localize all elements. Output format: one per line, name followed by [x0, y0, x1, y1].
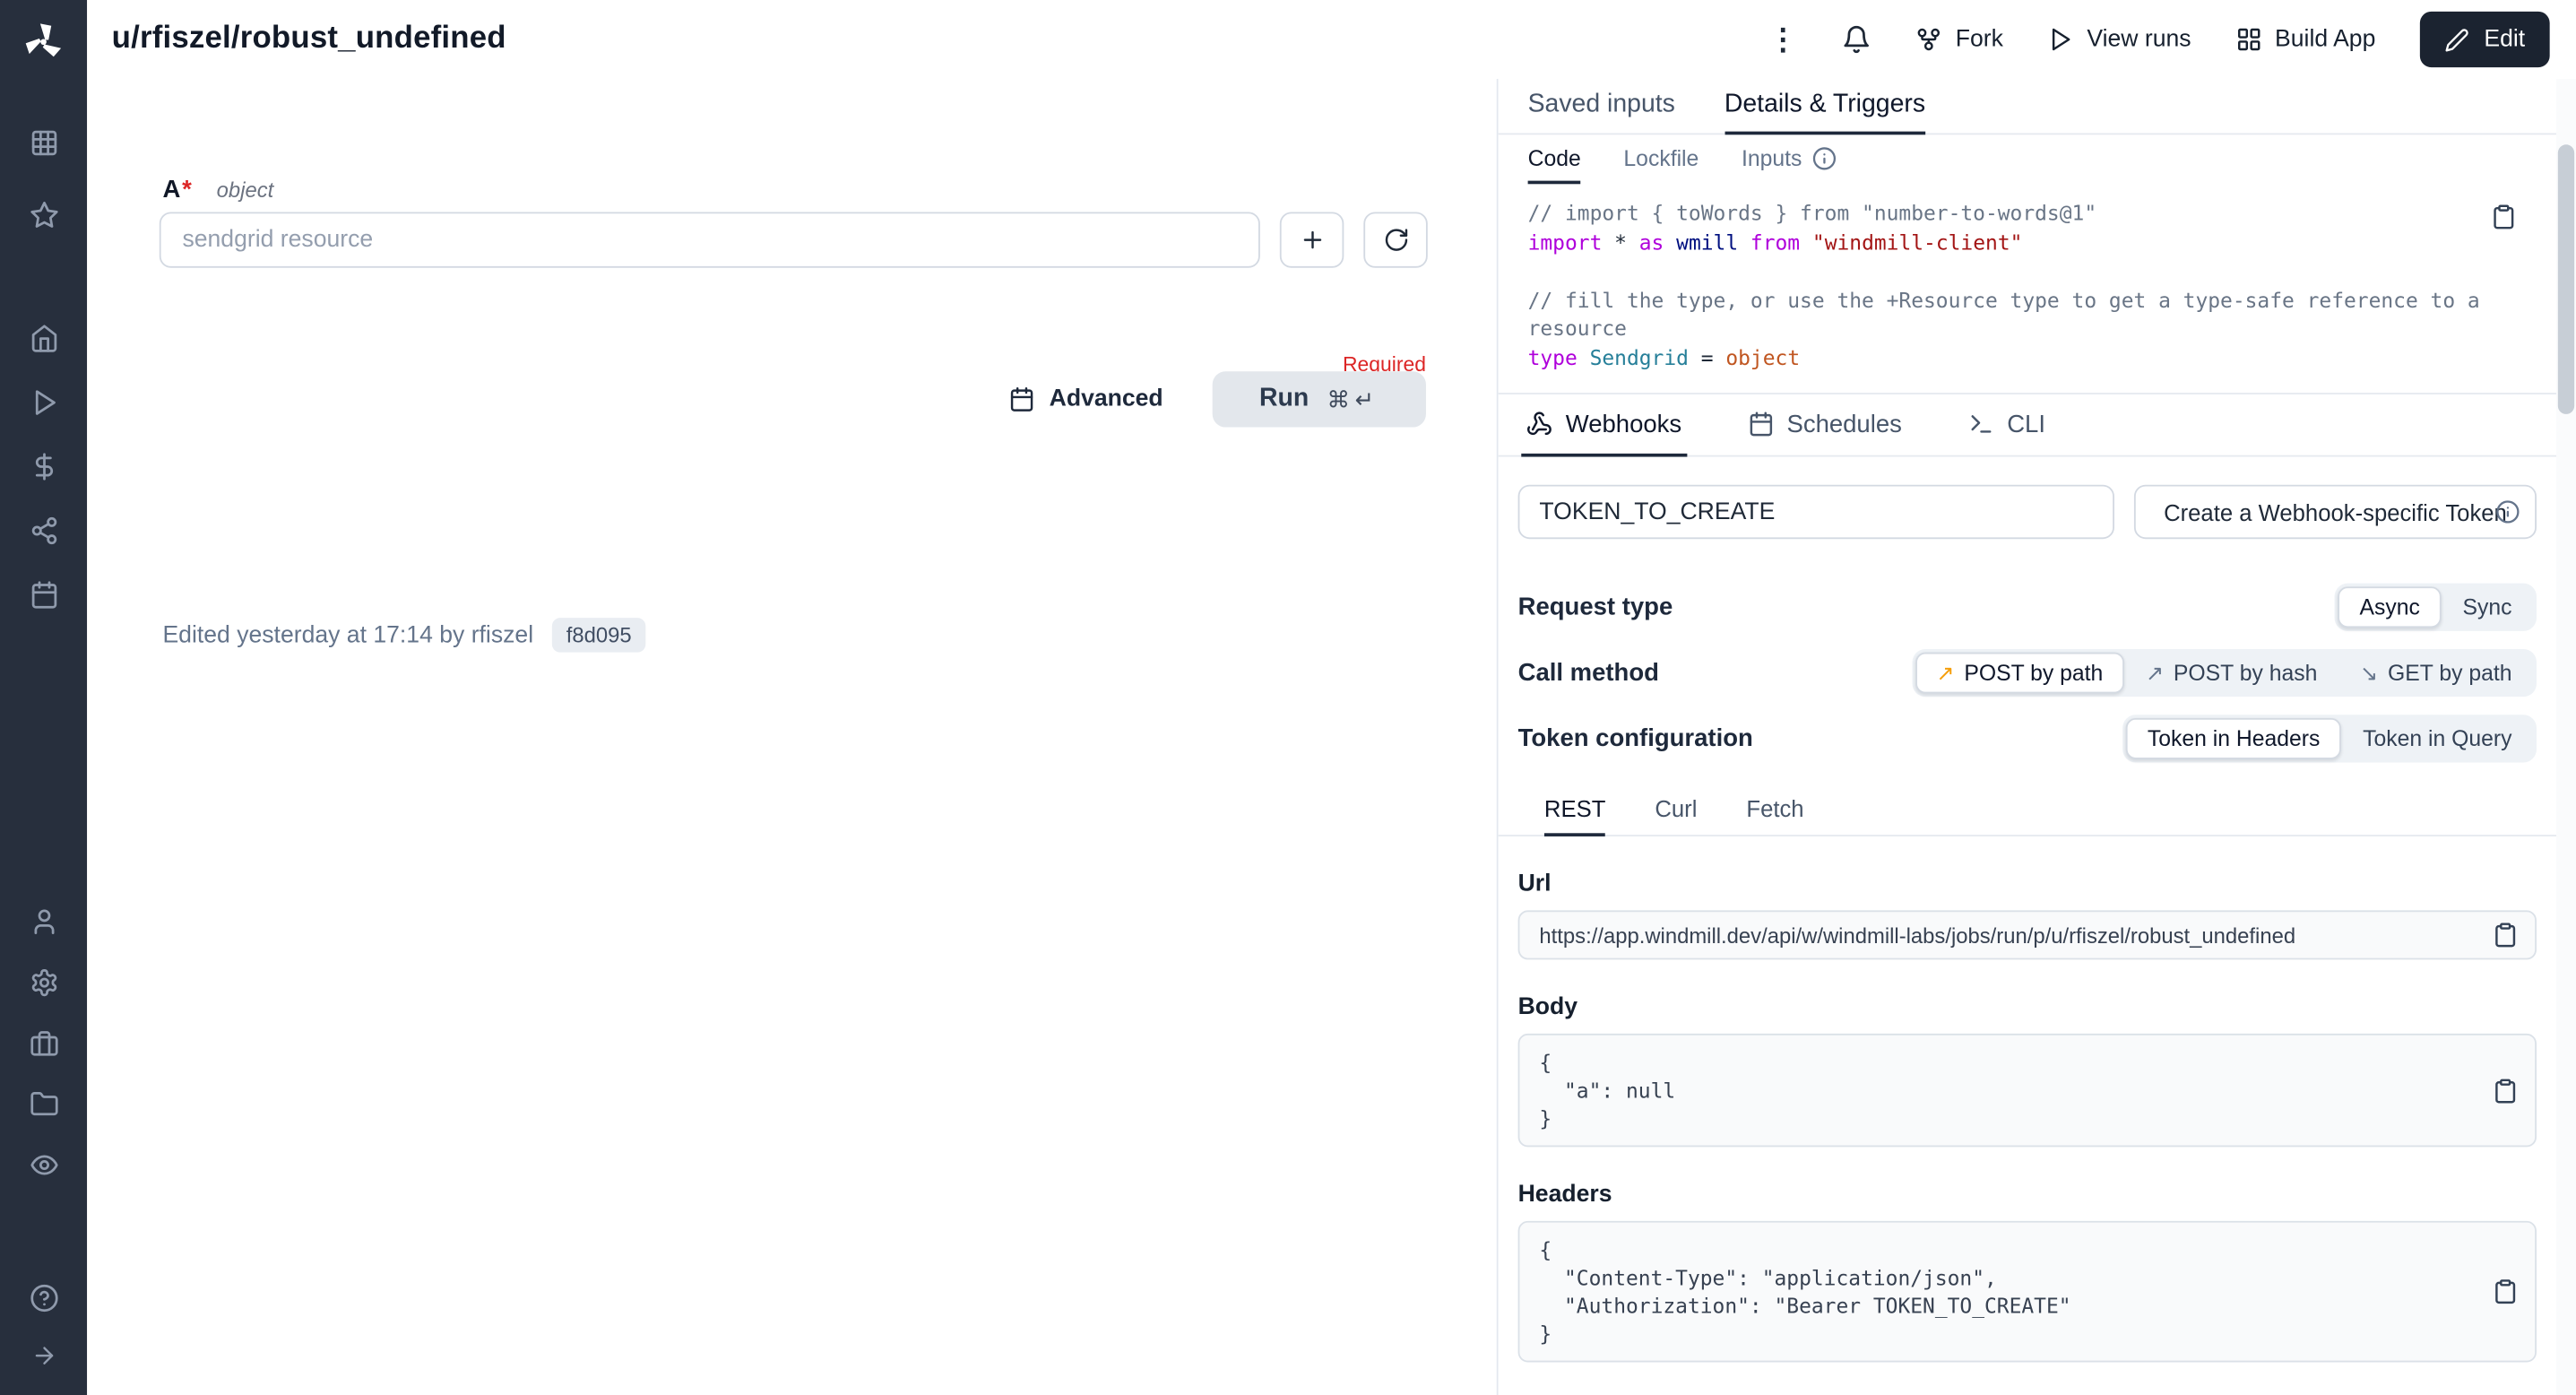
code-preview: // import { toWords } from "number-to-wo…	[1499, 184, 2556, 394]
arrow-down-right-icon: ↘	[2360, 663, 2378, 684]
sidebar-item-resources[interactable]	[0, 498, 87, 561]
expand-sidebar-icon[interactable]	[0, 1326, 87, 1383]
copy-icon[interactable]	[2493, 1077, 2519, 1103]
sidebar-item-variables[interactable]	[0, 434, 87, 498]
tab-lockfile[interactable]: Lockfile	[1623, 134, 1699, 184]
version-badge[interactable]: f8d095	[551, 618, 646, 652]
sidebar-item-home[interactable]	[0, 306, 87, 369]
toggle-post-by-path[interactable]: ↗ POST by path	[1915, 653, 2125, 694]
tab-curl[interactable]: Curl	[1655, 784, 1697, 836]
info-icon	[1811, 145, 1836, 169]
toggle-sync[interactable]: Sync	[2442, 586, 2534, 628]
calendar-icon	[1008, 386, 1034, 412]
calendar-icon	[1747, 411, 1773, 437]
run-form-panel: A* object Required Advanced Run ⌘↵ Edite	[87, 79, 1497, 1395]
topbar: u/rfiszel/robust_undefined ⋮ Fork View r…	[87, 0, 2576, 79]
token-config-label: Token configuration	[1518, 724, 1753, 752]
copy-icon[interactable]	[2491, 204, 2517, 230]
arrow-up-right-icon: ↗	[2146, 663, 2164, 684]
toggle-async[interactable]: Async	[2338, 586, 2442, 628]
app-window: u/rfiszel/robust_undefined ⋮ Fork View r…	[0, 0, 2576, 1395]
tab-saved-inputs[interactable]: Saved inputs	[1528, 79, 1675, 134]
sidebar-item-favorites[interactable]	[0, 182, 87, 247]
terminal-icon	[1967, 411, 1993, 437]
tab-webhooks[interactable]: Webhooks	[1521, 394, 1686, 457]
call-method-toggle: ↗ POST by path ↗ POST by hash ↘ GET by p…	[1912, 649, 2537, 697]
token-input[interactable]	[1518, 485, 2114, 539]
windmill-logo-icon[interactable]	[22, 0, 65, 82]
tab-schedules[interactable]: Schedules	[1742, 394, 1906, 457]
info-icon	[2495, 499, 2520, 524]
sidebar-item-schedules[interactable]	[0, 562, 87, 626]
body-value-box: { "a": null }	[1518, 1034, 2537, 1147]
sidebar-item-settings[interactable]	[0, 951, 87, 1012]
copy-icon[interactable]	[2493, 922, 2519, 948]
required-star: *	[182, 176, 192, 204]
notifications-button[interactable]	[1842, 24, 1871, 54]
bell-icon	[1842, 24, 1871, 54]
view-runs-button[interactable]: View runs	[2047, 26, 2191, 52]
headers-value-box: { "Content-Type": "application/json", "A…	[1518, 1221, 2537, 1363]
scrollbar-thumb[interactable]	[2558, 144, 2574, 414]
url-value: https://app.windmill.dev/api/w/windmill-…	[1539, 923, 2295, 947]
sidebar	[0, 0, 87, 1395]
tab-inputs[interactable]: Inputs	[1742, 134, 1837, 184]
code-line: import * as wmill from "windmill-client"	[1528, 228, 2527, 256]
toggle-token-headers[interactable]: Token in Headers	[2126, 718, 2341, 759]
add-resource-button[interactable]	[1280, 212, 1344, 267]
build-app-button[interactable]: Build App	[2235, 26, 2375, 52]
tab-details-triggers[interactable]: Details & Triggers	[1725, 79, 1925, 134]
help-icon[interactable]	[0, 1269, 87, 1326]
sidebar-item-workers[interactable]	[0, 1012, 87, 1073]
tab-rest[interactable]: REST	[1544, 784, 1605, 836]
sidebar-item-apps[interactable]	[0, 110, 87, 176]
refresh-icon	[1382, 227, 1408, 253]
kebab-icon: ⋮	[1768, 24, 1798, 54]
edited-info: Edited yesterday at 17:14 by rfiszel	[162, 622, 533, 648]
url-value-box: https://app.windmill.dev/api/w/windmill-…	[1518, 910, 2537, 959]
request-type-toggle: Async Sync	[2335, 584, 2537, 631]
run-button[interactable]: Run ⌘↵	[1213, 371, 1426, 427]
code-line: type Sendgrid = object	[1528, 342, 2527, 371]
body-label: Body	[1518, 994, 2537, 1020]
git-fork-icon	[1916, 26, 1942, 52]
tab-fetch[interactable]: Fetch	[1746, 784, 1803, 836]
layout-grid-icon	[2235, 26, 2261, 52]
sidebar-item-audit-logs[interactable]	[0, 1134, 87, 1195]
url-label: Url	[1518, 871, 2537, 897]
toggle-get-by-path[interactable]: ↘ GET by path	[2338, 653, 2533, 694]
code-line: // import { toWords } from "number-to-wo…	[1528, 199, 2527, 228]
refresh-button[interactable]	[1363, 212, 1427, 267]
page-title: u/rfiszel/robust_undefined	[112, 22, 506, 57]
token-config-toggle: Token in Headers Token in Query	[2122, 715, 2537, 762]
code-line	[1528, 256, 2527, 285]
argument-label: A* object	[162, 176, 273, 204]
sidebar-item-users[interactable]	[0, 890, 87, 951]
plus-icon	[1299, 227, 1325, 253]
details-panel: Saved inputs Details & Triggers Code Loc…	[1499, 79, 2556, 1395]
pencil-icon	[2444, 27, 2468, 51]
more-menu-button[interactable]: ⋮	[1768, 24, 1798, 54]
sidebar-item-folders[interactable]	[0, 1073, 87, 1134]
code-line: // fill the type, or use the +Resource t…	[1528, 285, 2527, 342]
argument-type: object	[217, 178, 274, 202]
tab-cli[interactable]: CLI	[1963, 394, 2051, 457]
create-webhook-token-button[interactable]: Create a Webhook-specific Token	[2134, 485, 2537, 539]
argument-input[interactable]	[160, 212, 1260, 267]
tab-code[interactable]: Code	[1528, 134, 1581, 184]
call-method-label: Call method	[1518, 659, 1659, 687]
copy-icon[interactable]	[2493, 1278, 2519, 1304]
headers-label: Headers	[1518, 1182, 2537, 1208]
sidebar-item-runs[interactable]	[0, 369, 87, 433]
webhook-icon	[1526, 411, 1552, 437]
fork-button[interactable]: Fork	[1916, 26, 2003, 52]
run-shortcut: ⌘↵	[1327, 386, 1379, 413]
edit-button[interactable]: Edit	[2420, 12, 2550, 67]
toggle-token-query[interactable]: Token in Query	[2341, 718, 2533, 759]
advanced-button[interactable]: Advanced	[1008, 386, 1163, 412]
play-icon	[2047, 26, 2073, 52]
arrow-up-right-icon: ↗	[1936, 663, 1954, 684]
toggle-post-by-hash[interactable]: ↗ POST by hash	[2124, 653, 2338, 694]
request-type-label: Request type	[1518, 594, 1673, 621]
